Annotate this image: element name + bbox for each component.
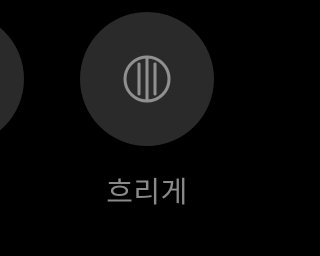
blur-option-button[interactable] [80, 12, 214, 146]
option-label: 흐리게 [106, 175, 188, 209]
option-carousel: 흐리게 [0, 0, 256, 256]
previous-option-button[interactable] [0, 12, 24, 146]
blur-transparency-icon [123, 55, 171, 103]
